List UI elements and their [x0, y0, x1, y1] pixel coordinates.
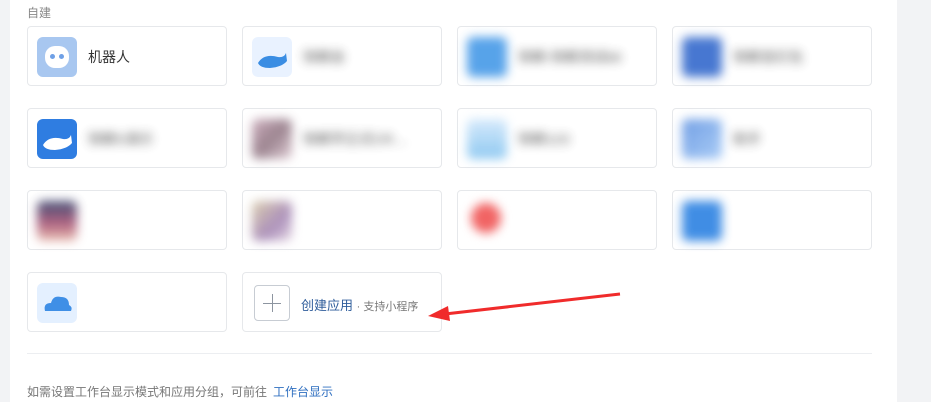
app-card[interactable]: 快鲸发红包 [672, 26, 872, 86]
photo-icon [37, 201, 77, 241]
app-name: 快鲸123 [518, 131, 570, 147]
app-card[interactable]: 快鲸学正式CR… [242, 108, 442, 168]
right-panel [897, 0, 931, 402]
app-card[interactable]: 快鲸会 [242, 26, 442, 86]
content-edge [880, 0, 897, 402]
app-card[interactable]: 快鲸-快鲸测试k6 [457, 26, 657, 86]
divider [27, 353, 872, 354]
doc-icon [682, 201, 722, 241]
footer-text: 如需设置工作台显示模式和应用分组，可前往 [27, 385, 268, 399]
app-icon [682, 119, 722, 159]
whale-icon [252, 37, 292, 77]
create-app-subtitle: · 支持小程序 [356, 301, 419, 313]
red-circle-icon [467, 201, 507, 241]
robot-icon [37, 37, 77, 77]
workspace-display-link[interactable]: 工作台显示 [273, 385, 333, 399]
notice-icon [682, 37, 722, 77]
app-card[interactable] [27, 272, 227, 332]
app-card[interactable]: 快鲸S演示 [27, 108, 227, 168]
app-card-robot[interactable]: 机器人 [27, 26, 227, 86]
footer-hint: 如需设置工作台显示模式和应用分组，可前往 工作台显示 [27, 383, 333, 400]
app-icon [252, 119, 292, 159]
app-card[interactable] [27, 190, 227, 250]
app-card[interactable] [672, 190, 872, 250]
section-label: 自建 [27, 6, 52, 20]
create-app-label: 创建应用 · 支持小程序 [301, 298, 419, 313]
app-name: 机器人 [88, 49, 130, 65]
cloud-icon [37, 283, 77, 323]
house-icon [467, 37, 507, 77]
app-name: 快鲸发红包 [733, 49, 803, 65]
app-name: 快鲸会 [303, 49, 345, 65]
app-icon [467, 119, 507, 159]
app-card[interactable] [457, 190, 657, 250]
app-icon [252, 201, 292, 241]
left-gutter [0, 0, 10, 402]
app-name: 快鲸S演示 [88, 131, 154, 147]
app-name: 助手 [733, 131, 761, 147]
app-name: 快鲸学正式CR… [303, 131, 408, 147]
app-card[interactable]: 快鲸123 [457, 108, 657, 168]
app-name: 快鲸-快鲸测试k6 [518, 49, 622, 65]
app-card[interactable]: 助手 [672, 108, 872, 168]
create-app-button[interactable]: 创建应用 · 支持小程序 [242, 272, 442, 332]
whale-icon [37, 119, 77, 159]
plus-icon [254, 285, 290, 321]
app-card[interactable] [242, 190, 442, 250]
